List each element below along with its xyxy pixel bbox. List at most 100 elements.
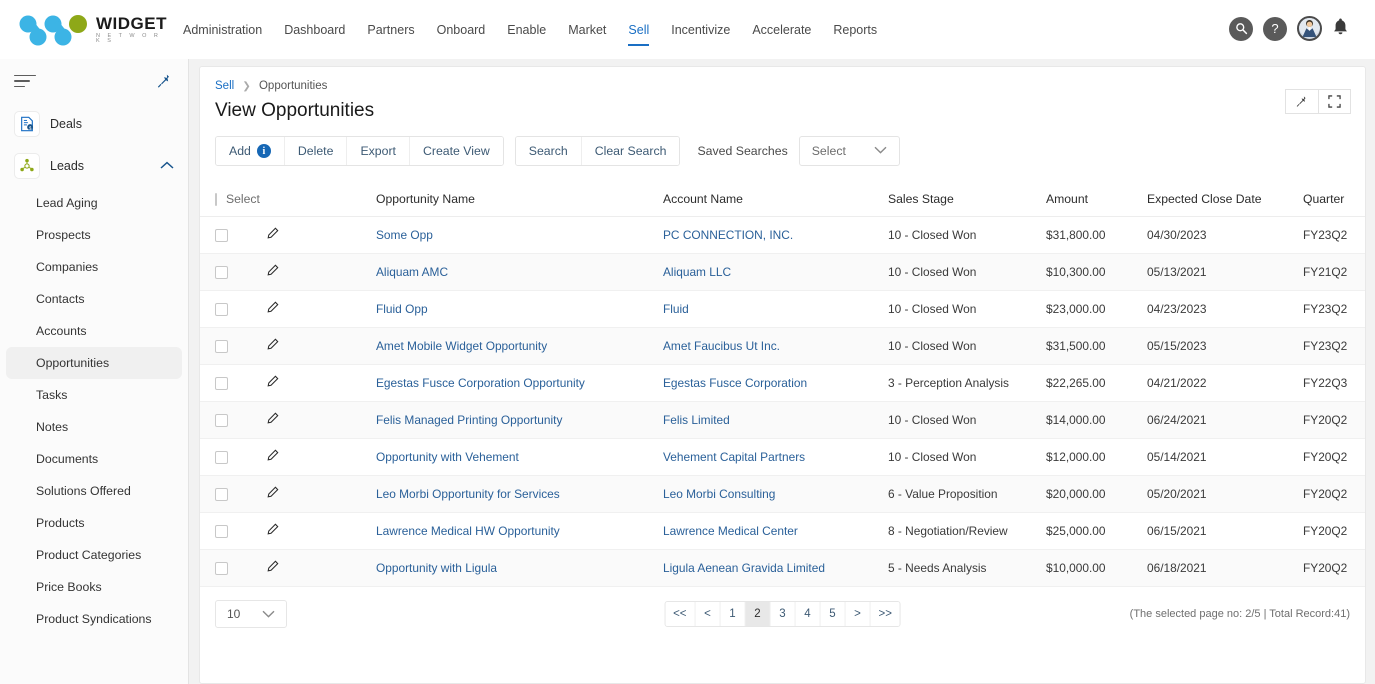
opportunity-name-link[interactable]: Some Opp: [376, 228, 433, 242]
sidebar-item-companies[interactable]: Companies: [6, 251, 182, 283]
opportunity-name-link[interactable]: Aliquam AMC: [376, 265, 448, 279]
edit-pencil-icon[interactable]: [266, 561, 279, 576]
sidebar-item-documents[interactable]: Documents: [6, 443, 182, 475]
opportunity-name-link[interactable]: Amet Mobile Widget Opportunity: [376, 339, 547, 353]
table-row[interactable]: Lawrence Medical HW Opportunity Lawrence …: [200, 513, 1366, 550]
account-name-link[interactable]: Lawrence Medical Center: [663, 524, 798, 538]
sidebar-item-tasks[interactable]: Tasks: [6, 379, 182, 411]
table-row[interactable]: Egestas Fusce Corporation OpportunityEge…: [200, 365, 1366, 402]
edit-pencil-icon[interactable]: [266, 376, 279, 391]
page-button-nextnext[interactable]: >>: [871, 602, 900, 626]
nav-item-dashboard[interactable]: Dashboard: [273, 17, 356, 43]
edit-pencil-icon[interactable]: [266, 524, 279, 539]
opportunity-name-link[interactable]: Felis Managed Printing Opportunity: [376, 413, 562, 427]
nav-item-partners[interactable]: Partners: [356, 17, 425, 43]
page-button-5[interactable]: 5: [821, 602, 846, 626]
account-name-link[interactable]: Fluid: [663, 302, 689, 316]
edit-pencil-icon[interactable]: [266, 265, 279, 280]
sidebar-item-notes[interactable]: Notes: [6, 411, 182, 443]
table-row[interactable]: Some OppPC CONNECTION, INC.10 - Closed W…: [200, 217, 1366, 254]
help-icon[interactable]: ?: [1263, 17, 1287, 41]
sidebar-group-deals[interactable]: $ Deals: [0, 103, 188, 145]
sidebar-pin-icon[interactable]: [157, 73, 172, 93]
info-icon[interactable]: i: [257, 144, 271, 158]
select-all-checkbox[interactable]: [215, 193, 217, 206]
clear-search-button[interactable]: Clear Search: [582, 137, 680, 165]
notifications-bell-icon[interactable]: [1332, 17, 1349, 40]
delete-button[interactable]: Delete: [285, 137, 348, 165]
opportunity-name-link[interactable]: Fluid Opp: [376, 302, 428, 316]
th-account-name[interactable]: Account Name: [657, 184, 882, 217]
edit-pencil-icon[interactable]: [266, 302, 279, 317]
sidebar-item-solutions-offered[interactable]: Solutions Offered: [6, 475, 182, 507]
edit-pencil-icon[interactable]: [266, 339, 279, 354]
row-checkbox[interactable]: [215, 229, 228, 242]
row-checkbox[interactable]: [215, 414, 228, 427]
table-row[interactable]: Felis Managed Printing Opportunity Felis …: [200, 402, 1366, 439]
edit-pencil-icon[interactable]: [266, 450, 279, 465]
row-checkbox[interactable]: [215, 377, 228, 390]
breadcrumb-link-sell[interactable]: Sell: [215, 80, 234, 92]
table-row[interactable]: Aliquam AMCAliquam LLC10 - Closed Won$10…: [200, 254, 1366, 291]
opportunity-name-link[interactable]: Opportunity with Ligula: [376, 561, 497, 575]
sidebar-item-product-categories[interactable]: Product Categories: [6, 539, 182, 571]
opportunity-name-link[interactable]: Leo Morbi Opportunity for Services: [376, 487, 560, 501]
th-opportunity-name[interactable]: Opportunity Name: [370, 184, 657, 217]
search-button[interactable]: Search: [516, 137, 582, 165]
account-name-link[interactable]: PC CONNECTION, INC.: [663, 228, 793, 242]
sidebar-group-leads[interactable]: Leads: [0, 145, 188, 187]
account-name-link[interactable]: Felis Limited: [663, 413, 730, 427]
nav-item-sell[interactable]: Sell: [617, 17, 660, 43]
nav-item-enable[interactable]: Enable: [496, 17, 557, 43]
nav-item-administration[interactable]: Administration: [172, 17, 273, 43]
sidebar-item-product-syndications[interactable]: Product Syndications: [6, 603, 182, 635]
hamburger-menu-icon[interactable]: [14, 75, 36, 92]
account-name-link[interactable]: Ligula Aenean Gravida Limited: [663, 561, 825, 575]
nav-item-onboard[interactable]: Onboard: [426, 17, 497, 43]
table-row[interactable]: Opportunity with VehementVehement Capita…: [200, 439, 1366, 476]
nav-item-incentivize[interactable]: Incentivize: [660, 17, 741, 43]
sidebar-item-opportunities[interactable]: Opportunities: [6, 347, 182, 379]
table-row[interactable]: Amet Mobile Widget OpportunityAmet Fauci…: [200, 328, 1366, 365]
chevron-up-icon[interactable]: [160, 159, 174, 173]
account-name-link[interactable]: Leo Morbi Consulting: [663, 487, 775, 501]
table-row[interactable]: Fluid OppFluid10 - Closed Won$23,000.000…: [200, 291, 1366, 328]
row-checkbox[interactable]: [215, 266, 228, 279]
edit-pencil-icon[interactable]: [266, 413, 279, 428]
sidebar-item-price-books[interactable]: Price Books: [6, 571, 182, 603]
row-checkbox[interactable]: [215, 340, 228, 353]
opportunity-name-link[interactable]: Opportunity with Vehement: [376, 450, 519, 464]
nav-item-market[interactable]: Market: [557, 17, 617, 43]
page-button-2[interactable]: 2: [746, 602, 771, 626]
export-button[interactable]: Export: [347, 137, 410, 165]
edit-pencil-icon[interactable]: [266, 487, 279, 502]
row-checkbox[interactable]: [215, 451, 228, 464]
page-button-prevprev[interactable]: <<: [665, 602, 695, 626]
create-view-button[interactable]: Create View: [410, 137, 503, 165]
sidebar-item-accounts[interactable]: Accounts: [6, 315, 182, 347]
brand-logo[interactable]: WIDGET N E T W O R K S: [0, 13, 160, 47]
page-size-select[interactable]: 10: [215, 600, 287, 628]
table-row[interactable]: Opportunity with Ligula Ligula Aenean Gra…: [200, 550, 1366, 587]
edit-pencil-icon[interactable]: [266, 228, 279, 243]
account-name-link[interactable]: Aliquam LLC: [663, 265, 731, 279]
page-button-4[interactable]: 4: [796, 602, 821, 626]
th-expected-close-date[interactable]: Expected Close Date: [1141, 184, 1297, 217]
row-checkbox[interactable]: [215, 303, 228, 316]
nav-item-reports[interactable]: Reports: [822, 17, 888, 43]
saved-searches-select[interactable]: Select: [799, 136, 900, 166]
page-button-next[interactable]: >: [846, 602, 871, 626]
opportunity-name-link[interactable]: Lawrence Medical HW Opportunity: [376, 524, 560, 538]
th-amount[interactable]: Amount: [1040, 184, 1141, 217]
th-sales-stage[interactable]: Sales Stage: [882, 184, 1040, 217]
sidebar-item-products[interactable]: Products: [6, 507, 182, 539]
page-button-1[interactable]: 1: [721, 602, 746, 626]
page-button-prev[interactable]: <: [696, 602, 721, 626]
panel-pin-button[interactable]: [1285, 89, 1318, 114]
account-name-link[interactable]: Egestas Fusce Corporation: [663, 376, 807, 390]
panel-fullscreen-button[interactable]: [1318, 89, 1351, 114]
row-checkbox[interactable]: [215, 525, 228, 538]
th-quarter[interactable]: Quarter: [1297, 184, 1366, 217]
sidebar-item-lead-aging[interactable]: Lead Aging: [6, 187, 182, 219]
sidebar-item-contacts[interactable]: Contacts: [6, 283, 182, 315]
